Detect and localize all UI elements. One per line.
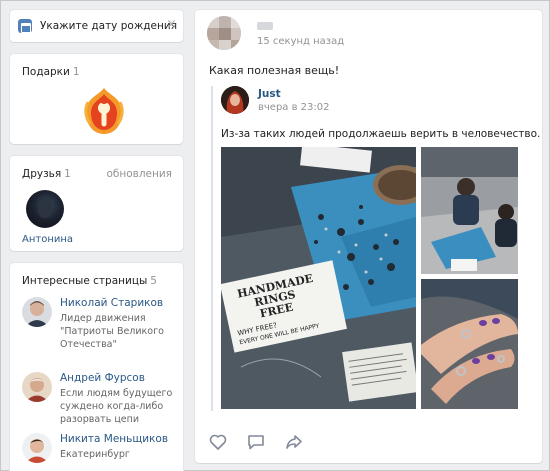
repost-author-name[interactable]: Just xyxy=(258,88,281,100)
friends-title[interactable]: Друзья 1 xyxy=(22,168,71,180)
friends-title-label[interactable]: Друзья xyxy=(22,168,61,180)
gifts-block: Подарки 1 xyxy=(10,54,183,144)
comment-icon[interactable] xyxy=(247,434,265,450)
friends-block: Друзья 1 обновления Антонина xyxy=(10,156,183,251)
birthday-prompt-label[interactable]: Укажите дату рождения xyxy=(40,20,177,32)
friends-updates-link[interactable]: обновления xyxy=(106,168,172,180)
friend-name[interactable]: Антонина xyxy=(22,234,73,245)
heart-icon[interactable] xyxy=(209,434,227,450)
post-text: Какая полезная вещь! xyxy=(209,64,340,77)
friend-avatar[interactable] xyxy=(26,190,64,228)
page-avatar[interactable] xyxy=(22,297,52,327)
page-description: Лидер движения "Патриоты Великого Отечес… xyxy=(60,313,164,350)
page-name[interactable]: Андрей Фурсов xyxy=(60,372,145,384)
page-avatar[interactable] xyxy=(22,433,52,463)
interesting-pages-count: 5 xyxy=(150,275,157,287)
page-avatar[interactable] xyxy=(22,372,52,402)
birthday-prompt[interactable]: Укажите дату рождения × xyxy=(10,10,183,42)
repost-text: Из-за таких людей продолжаешь верить в ч… xyxy=(221,128,541,140)
gift-image[interactable] xyxy=(82,86,126,136)
post-photo-top[interactable] xyxy=(421,147,518,274)
page-description: Если людям будущего суждено когда-либо р… xyxy=(60,388,173,425)
interesting-pages-title-label[interactable]: Интересные страницы xyxy=(22,275,147,287)
interesting-pages-block: Интересные страницы 5 Николай Стариков Ли… xyxy=(10,263,183,471)
close-icon[interactable]: × xyxy=(166,17,177,32)
friends-count: 1 xyxy=(64,168,71,180)
gifts-title[interactable]: Подарки 1 xyxy=(22,66,80,78)
repost-time[interactable]: вчера в 23:02 xyxy=(258,102,330,113)
share-icon[interactable] xyxy=(285,434,303,450)
gifts-title-label[interactable]: Подарки xyxy=(22,66,70,78)
wall-post: 15 секунд назад Какая полезная вещь! Jus… xyxy=(195,10,542,463)
page-name[interactable]: Никита Меньщиков xyxy=(60,433,168,445)
post-photo-main[interactable]: HANDMADE RINGS FREE WHY FREE? EVERY ONE … xyxy=(221,147,416,409)
page-name[interactable]: Николай Стариков xyxy=(60,297,163,309)
post-photo-bottom[interactable] xyxy=(421,279,518,409)
post-time[interactable]: 15 секунд назад xyxy=(257,36,344,47)
interesting-pages-title[interactable]: Интересные страницы 5 xyxy=(22,275,157,287)
author-avatar[interactable] xyxy=(207,16,241,50)
gifts-count: 1 xyxy=(72,66,80,78)
page-description: Екатеринбург xyxy=(60,449,130,460)
repost-author-avatar[interactable] xyxy=(221,86,249,114)
repost-divider xyxy=(211,86,213,411)
author-name-redacted xyxy=(257,22,273,30)
calendar-icon xyxy=(18,19,32,33)
